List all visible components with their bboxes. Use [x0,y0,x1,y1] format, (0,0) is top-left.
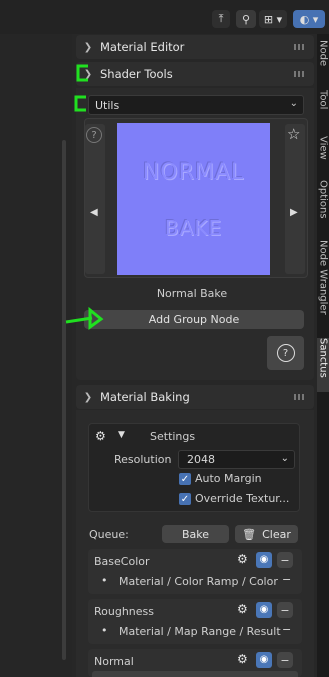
viewport-scrollbar[interactable] [62,140,66,660]
chevron-down-icon[interactable]: ▼ [118,430,125,440]
resolution-select[interactable]: 2048 ⌄ [178,450,295,469]
preview-text-bake: BAKE [164,216,223,240]
bullet-icon: • [101,574,108,587]
trash-icon: 🗑 [242,527,257,541]
proportional-icon[interactable]: ⊞ ▾ [259,10,287,28]
preview-item-name: Normal Bake [156,287,228,300]
overlay-icon[interactable]: ◐ ▾ [293,10,325,28]
remove-button[interactable]: − [277,552,293,568]
queue-item-name: Roughness [94,605,155,618]
shader-category-value: Utils [95,98,120,112]
tab-tool[interactable]: Tool [317,90,329,124]
remove-icon[interactable]: − [282,573,291,586]
help-circle-icon[interactable]: ? [86,127,102,143]
arrow-right-icon: ▶ [290,207,298,218]
bake-label: Bake [181,527,210,541]
tab-node-wrangler[interactable]: Node Wrangler [317,240,329,330]
drag-handle-icon[interactable] [294,44,306,50]
material-baking-title: Material Baking [100,390,190,404]
auto-margin-checkbox[interactable]: ✓ [179,473,191,485]
chevron-down-icon: ⌄ [280,453,289,464]
help-circle-icon: ? [276,344,295,362]
shader-category-dropdown[interactable]: Utils ⌄ [88,95,304,115]
next-preview-button[interactable] [285,124,305,274]
transform-icon[interactable]: ⤒ [212,10,230,28]
bullet-icon: • [101,624,108,637]
star-icon[interactable]: ☆ [287,125,300,143]
queue-item-detail: Material / Map Range / Result [119,625,281,638]
queue-item-detail: Material / Color Ramp / Color [119,575,278,588]
chevron-right-icon: ❯ [83,41,93,53]
add-group-node-label: Add Group Node [148,313,240,326]
override-textures-label: Override Textur... [195,492,290,505]
material-baking-header[interactable]: ❯ Material Baking [76,385,314,409]
material-editor-title: Material Editor [100,40,185,54]
resolution-label: Resolution [114,453,172,466]
chevron-down-icon: ⌄ [289,98,298,109]
chevron-down-icon: ❯ [83,391,93,403]
camera-icon[interactable]: ◉ [256,602,272,618]
auto-margin-label: Auto Margin [195,472,262,485]
add-group-node-button[interactable]: Add Group Node [84,310,304,329]
gear-icon[interactable]: ⚙ [237,602,248,616]
snap-icon[interactable]: ⚲ [236,10,256,28]
chevron-down-icon: ❯ [83,68,93,80]
normal-bake-preview-image[interactable] [117,123,270,275]
remove-icon[interactable]: − [282,623,291,636]
material-editor-header[interactable]: ❯ Material Editor [76,35,314,59]
queue-item-name: BaseColor [94,555,150,568]
queue-label: Queue: [89,528,129,541]
resolution-value: 2048 [187,453,215,466]
shader-tools-header[interactable]: ❯ Shader Tools [76,62,314,86]
queue-item-name: Normal [94,655,134,668]
camera-icon[interactable]: ◉ [256,552,272,568]
previous-preview-button[interactable] [85,124,105,274]
queue-item-partial-row [92,671,298,677]
shader-tools-title: Shader Tools [100,67,173,81]
clear-label: Clear [262,527,291,541]
tab-options[interactable]: Options [317,180,329,228]
remove-button[interactable]: − [277,652,293,668]
settings-label: Settings [150,430,196,443]
viewport-header: ⤒ ⚲ ⊞ ▾ ◐ ▾ [0,0,329,34]
override-textures-checkbox[interactable]: ✓ [179,493,191,505]
gear-icon: ⚙ [95,429,106,443]
preview-text-normal: NORMAL [142,160,245,185]
drag-handle-icon[interactable] [294,394,306,400]
remove-button[interactable]: − [277,602,293,618]
gear-icon[interactable]: ⚙ [237,652,248,666]
clear-button[interactable]: 🗑 Clear [235,525,298,543]
tab-view[interactable]: View [317,136,329,170]
gear-icon[interactable]: ⚙ [237,552,248,566]
tab-node[interactable]: Node [317,40,329,76]
drag-handle-icon[interactable] [294,71,306,77]
camera-icon[interactable]: ◉ [256,652,272,668]
bake-button[interactable]: Bake [162,525,229,543]
arrow-left-icon: ◀ [90,207,98,218]
tab-sanctus[interactable]: Sanctus [317,338,329,392]
help-button[interactable]: ? [267,336,304,370]
